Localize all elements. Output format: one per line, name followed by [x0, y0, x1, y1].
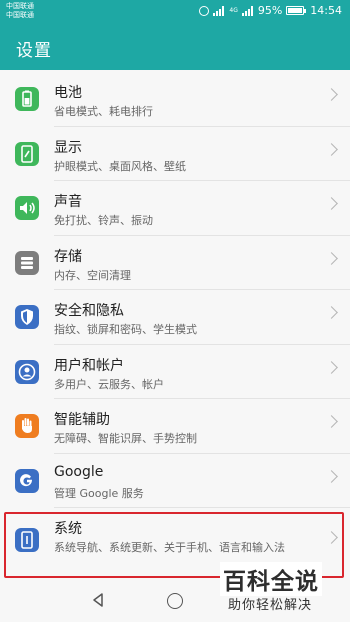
item-subtitle: 多用户、云服务、帐户: [54, 377, 164, 391]
item-subtitle: 指纹、锁屏和密码、学生模式: [54, 323, 197, 336]
chevron-right-icon: [325, 197, 338, 210]
battery-percent: 95%: [257, 4, 283, 17]
display-icon: [15, 141, 39, 166]
item-subtitle: 免打扰、铃声、振动: [54, 214, 153, 227]
chevron-right-icon: [325, 142, 338, 156]
status-bar: 中国联通 中国联通 4G 95% 14:54: [0, 0, 350, 24]
settings-item-6[interactable]: 用户和帐户多用户、云服务、帐户: [0, 344, 350, 399]
item-title: 智能辅助: [54, 412, 110, 428]
chevron-right-icon: [325, 306, 338, 319]
watermark-title: 百科全说: [220, 562, 322, 596]
sound-icon: [15, 196, 39, 220]
back-icon[interactable]: [90, 592, 106, 608]
signal-icon: [241, 5, 254, 16]
signal-icon: [213, 5, 225, 16]
google-icon: [15, 468, 39, 493]
home-icon[interactable]: [167, 593, 183, 609]
battery-status-icon: [286, 6, 307, 15]
item-title: Google: [54, 463, 104, 480]
item-subtitle: 护眼模式、桌面风格、壁纸: [54, 159, 186, 173]
item-subtitle: 管理 Google 服务: [54, 486, 144, 500]
carrier-2: 中国联通: [6, 11, 34, 19]
settings-item-4[interactable]: 存储 内存、空间清理: [0, 235, 350, 290]
settings-item-2[interactable]: 显示护眼模式、桌面风格、壁纸: [0, 126, 350, 181]
network-type: 4G: [229, 6, 238, 14]
item-title: 电池: [54, 85, 82, 101]
settings-item-8[interactable]: Google 管理 Google 服务: [0, 453, 350, 508]
battery-icon: [15, 87, 39, 111]
chevron-right-icon: [325, 469, 338, 483]
chevron-right-icon: [325, 251, 338, 265]
shield-icon: [15, 305, 39, 329]
item-title: 安全和隐私: [54, 303, 124, 319]
settings-item-5[interactable]: 安全和隐私指纹、锁屏和密码、学生模式: [0, 290, 350, 345]
item-subtitle: 省电模式、耗电排行: [54, 105, 153, 118]
settings-item-3[interactable]: 声音免打扰、铃声、振动: [0, 181, 350, 236]
settings-item-1[interactable]: 电池省电模式、耗电排行: [0, 72, 350, 127]
storage-icon: [15, 250, 39, 275]
settings-list: 电池省电模式、耗电排行显示护眼模式、桌面风格、壁纸 声音免打扰、铃声、振动存储内存…: [0, 72, 350, 574]
item-title: 用户和帐户: [54, 357, 124, 374]
app-bar: 设置: [0, 24, 350, 70]
item-title: 显示: [54, 139, 82, 156]
clock: 14:54: [310, 4, 342, 17]
alarm-icon: [199, 5, 210, 16]
hand-icon: [15, 414, 39, 438]
watermark-slogan: 助你轻松解决: [228, 598, 313, 613]
page-title: 设置: [16, 41, 52, 61]
carrier-1: 中国联通: [6, 2, 34, 10]
status-icons: 4G 95% 14:54: [199, 4, 342, 17]
chevron-right-icon: [325, 360, 338, 374]
item-subtitle: 内存、空间清理: [54, 268, 131, 282]
settings-item-7[interactable]: 智能辅助无障碍、智能识屏、手势控制: [0, 399, 350, 454]
settings-screen: 中国联通 中国联通 4G 95% 14:54 设置 电池省电模式、耗电排行显示护…: [0, 0, 350, 622]
item-subtitle: 无障碍、智能识屏、手势控制: [54, 432, 197, 445]
item-title: 声音: [54, 194, 82, 210]
chevron-right-icon: [325, 88, 338, 101]
item-title: 存储: [54, 248, 82, 265]
carrier-info: 中国联通 中国联通: [6, 2, 34, 20]
user-icon: [15, 359, 39, 384]
chevron-right-icon: [325, 415, 338, 428]
watermark: 百科全说 助你轻松解决: [220, 562, 342, 618]
